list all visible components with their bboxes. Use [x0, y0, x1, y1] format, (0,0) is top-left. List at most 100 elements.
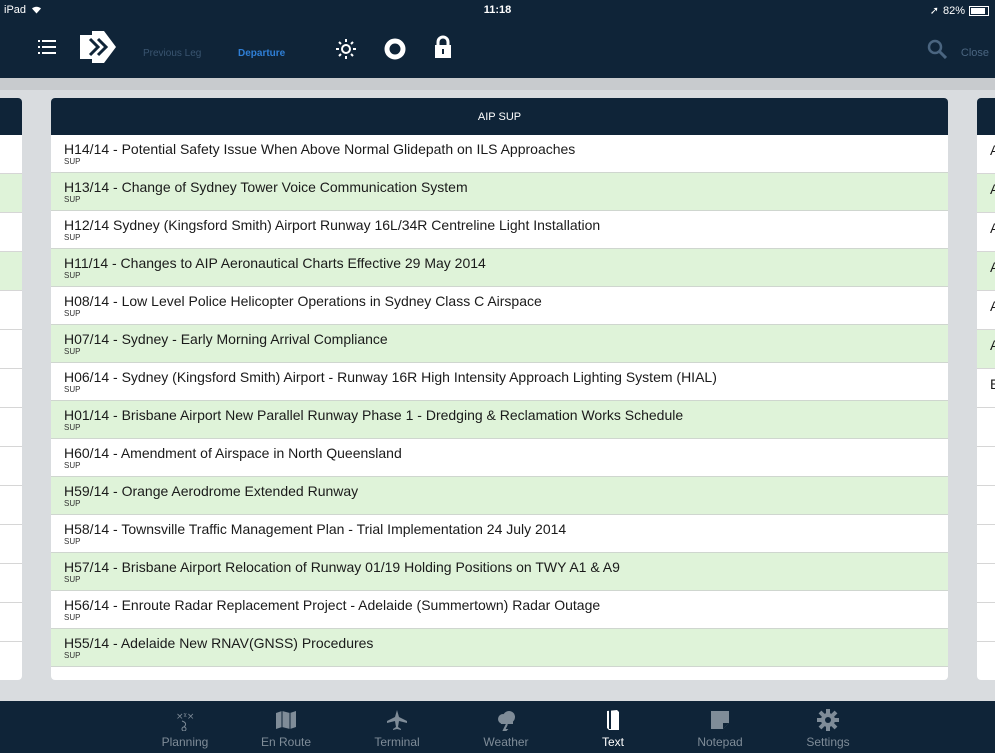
right-panel-row: A: [977, 135, 995, 174]
item-title: H58/14 - Townsville Traffic Management P…: [64, 521, 567, 537]
plane-icon: [357, 709, 437, 731]
item-subtitle: SUP: [64, 233, 81, 242]
tab-label: Planning: [161, 735, 209, 749]
list-item[interactable]: H08/14 - Low Level Police Helicopter Ope…: [51, 287, 948, 325]
right-panel-row: A: [977, 330, 995, 369]
item-subtitle: SUP: [64, 309, 81, 318]
list-item[interactable]: H59/14 - Orange Aerodrome Extended Runwa…: [51, 477, 948, 515]
right-panel-row-text: A: [990, 298, 995, 314]
item-subtitle: SUP: [64, 575, 81, 584]
list-item[interactable]: H13/14 - Change of Sydney Tower Voice Co…: [51, 173, 948, 211]
tab-label: Text: [601, 735, 624, 749]
right-panel-row-text: A: [990, 337, 995, 353]
tab-text[interactable]: Text: [573, 709, 653, 749]
list-item[interactable]: H12/14 Sydney (Kingsford Smith) Airport …: [51, 211, 948, 249]
location-arrow-icon: ➚: [929, 5, 939, 17]
tab-en-route[interactable]: En Route: [246, 709, 326, 749]
item-title: H01/14 - Brisbane Airport New Parallel R…: [64, 407, 684, 423]
right-panel-row: A: [977, 174, 995, 213]
item-title: H08/14 - Low Level Police Helicopter Ope…: [64, 293, 542, 309]
status-bar: iPad 11:18 ➚ 82%: [0, 0, 995, 20]
content-divider: [0, 78, 995, 90]
item-subtitle: SUP: [64, 651, 81, 660]
search-icon[interactable]: [927, 39, 948, 64]
aip-sup-panel: AIP SUP H14/14 - Potential Safety Issue …: [51, 98, 948, 680]
list-item[interactable]: H56/14 - Enroute Radar Replacement Proje…: [51, 591, 948, 629]
right-panel-row: A: [977, 291, 995, 330]
item-subtitle: SUP: [64, 271, 81, 280]
item-title: H60/14 - Amendment of Airspace in North …: [64, 445, 402, 461]
tab-bar: ×ᵡ× Planning En Route Terminal Weather T…: [0, 701, 995, 753]
right-panel-row: [977, 408, 995, 447]
item-subtitle: SUP: [64, 423, 81, 432]
brightness-icon[interactable]: [336, 39, 356, 64]
lock-icon[interactable]: [434, 35, 452, 64]
tab-settings[interactable]: Settings: [788, 709, 868, 749]
list-item[interactable]: H07/14 - Sydney - Early Morning Arrival …: [51, 325, 948, 363]
tab-label: Notepad: [697, 735, 743, 749]
item-title: H07/14 - Sydney - Early Morning Arrival …: [64, 331, 388, 347]
status-time: 11:18: [483, 4, 512, 16]
svg-text:×ᵡ×: ×ᵡ×: [176, 712, 194, 722]
item-title: H06/14 - Sydney (Kingsford Smith) Airpor…: [64, 369, 717, 385]
app-logo-icon[interactable]: [78, 29, 118, 70]
right-panel-row: E: [977, 369, 995, 408]
item-title: H59/14 - Orange Aerodrome Extended Runwa…: [64, 483, 359, 499]
battery-icon: [969, 5, 989, 16]
panel-title: AIP SUP: [51, 98, 948, 135]
item-title: H13/14 - Change of Sydney Tower Voice Co…: [64, 179, 468, 195]
right-panel-row-text: A: [990, 220, 995, 236]
close-button[interactable]: Close: [961, 47, 989, 59]
list-icon[interactable]: [38, 40, 56, 59]
list-item[interactable]: H06/14 - Sydney (Kingsford Smith) Airpor…: [51, 363, 948, 401]
list-item[interactable]: H11/14 - Changes to AIP Aeronautical Cha…: [51, 249, 948, 287]
tab-notepad[interactable]: Notepad: [680, 709, 760, 749]
right-panel-row-text: A: [990, 181, 995, 197]
tab-label: Terminal: [374, 735, 420, 749]
planning-icon: ×ᵡ×: [145, 709, 225, 731]
right-adjacent-panel[interactable]: A A A A A A E: [977, 98, 995, 680]
sup-list: H14/14 - Potential Safety Issue When Abo…: [51, 135, 948, 667]
right-panel-row: [977, 447, 995, 486]
tab-weather[interactable]: Weather: [466, 709, 546, 749]
left-adjacent-panel[interactable]: [0, 98, 22, 680]
item-subtitle: SUP: [64, 537, 81, 546]
status-right: ➚ 82%: [930, 4, 989, 17]
item-subtitle: SUP: [64, 157, 81, 166]
tab-label: Settings: [806, 735, 850, 749]
right-panel-row: [977, 603, 995, 642]
previous-leg-button[interactable]: Previous Leg: [143, 48, 201, 59]
list-item[interactable]: H60/14 - Amendment of Airspace in North …: [51, 439, 948, 477]
item-subtitle: SUP: [64, 613, 81, 622]
list-item[interactable]: H58/14 - Townsville Traffic Management P…: [51, 515, 948, 553]
right-panel-row: [977, 525, 995, 564]
list-item[interactable]: H01/14 - Brisbane Airport New Parallel R…: [51, 401, 948, 439]
right-panel-row: A: [977, 213, 995, 252]
list-item[interactable]: H57/14 - Brisbane Airport Relocation of …: [51, 553, 948, 591]
notepad-icon: [680, 709, 760, 731]
item-title: H14/14 - Potential Safety Issue When Abo…: [64, 141, 576, 157]
item-title: H55/14 - Adelaide New RNAV(GNSS) Procedu…: [64, 635, 374, 651]
lifebuoy-icon[interactable]: [384, 38, 406, 65]
departure-button[interactable]: Departure: [238, 48, 285, 59]
item-title: H57/14 - Brisbane Airport Relocation of …: [64, 559, 620, 575]
item-title: H12/14 Sydney (Kingsford Smith) Airport …: [64, 217, 601, 233]
right-panel-row-text: A: [990, 259, 995, 275]
item-subtitle: SUP: [64, 195, 81, 204]
tab-label: En Route: [260, 735, 312, 749]
weather-icon: [466, 709, 546, 731]
list-item[interactable]: H55/14 - Adelaide New RNAV(GNSS) Procedu…: [51, 629, 948, 667]
item-subtitle: SUP: [64, 347, 81, 356]
item-title: H56/14 - Enroute Radar Replacement Proje…: [64, 597, 601, 613]
list-item[interactable]: H14/14 - Potential Safety Issue When Abo…: [51, 135, 948, 173]
tab-label: Weather: [483, 735, 529, 749]
right-panel-row: [977, 564, 995, 603]
tab-terminal[interactable]: Terminal: [357, 709, 437, 749]
right-panel-row-text: A: [990, 142, 995, 158]
right-panel-row: A: [977, 252, 995, 291]
item-subtitle: SUP: [64, 385, 81, 394]
nav-bar: Previous Leg Departure Close: [0, 20, 995, 78]
right-panel-row: [977, 642, 995, 680]
tab-planning[interactable]: ×ᵡ× Planning: [145, 709, 225, 749]
document-icon: [573, 709, 653, 731]
